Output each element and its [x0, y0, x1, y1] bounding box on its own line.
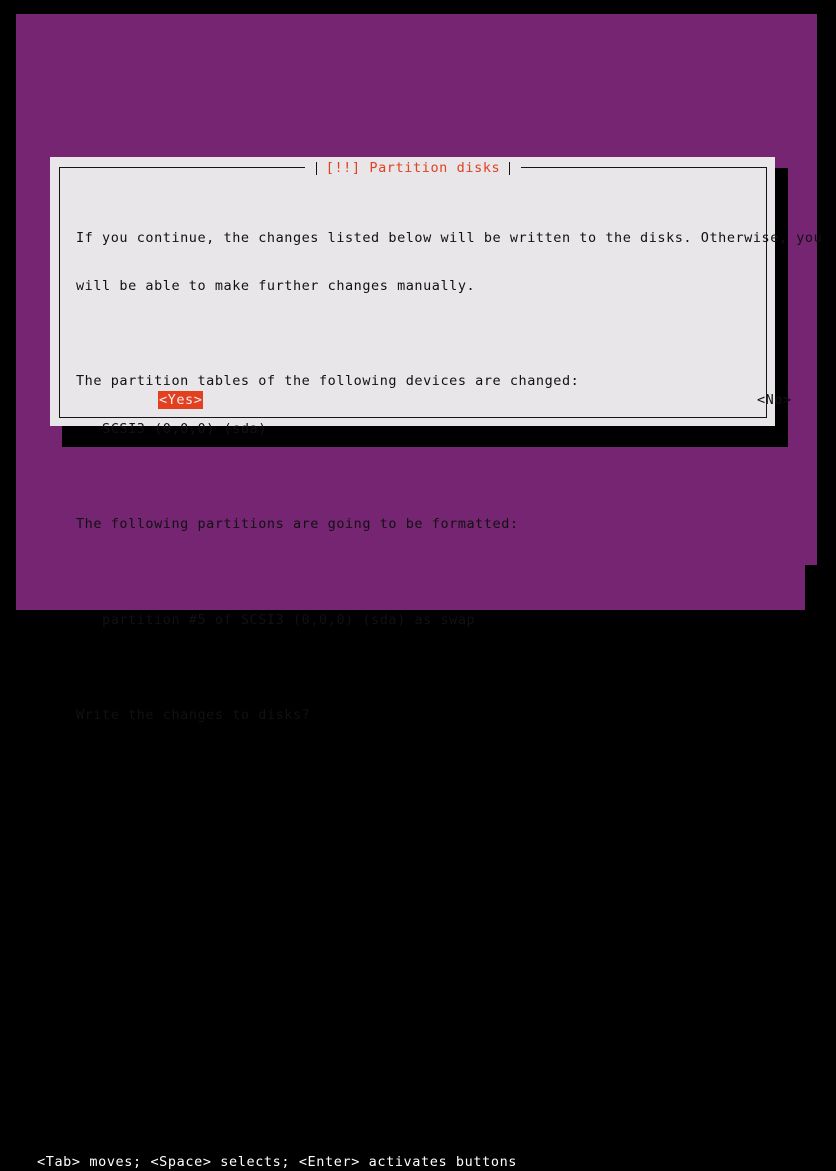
partition-tables-item-1: SCSI3 (0,0,0) (sda) — [76, 420, 267, 437]
format-item-2: partition #5 of SCSI3 (0,0,0) (sda) as s… — [76, 611, 476, 628]
body-spacer-3 — [76, 660, 756, 676]
partition-tables-heading: The partition tables of the following de… — [76, 372, 580, 389]
confirm-question: Write the changes to disks? — [76, 706, 311, 723]
yes-button[interactable]: <Yes> — [158, 391, 204, 409]
partition-disks-dialog: [!!] Partition disks If you continue, th… — [50, 157, 822, 723]
installer-screen: [!!] Partition disks If you continue, th… — [0, 0, 836, 1170]
dialog-title-text: [!!] Partition disks — [325, 159, 501, 176]
keyboard-hint-text: <Tab> moves; <Space> selects; <Enter> ac… — [37, 1154, 518, 1170]
title-right-tick — [509, 161, 511, 175]
keyboard-hint-bar: <Tab> moves; <Space> selects; <Enter> ac… — [16, 565, 805, 1170]
body-spacer-1 — [76, 326, 756, 342]
dialog-button-row: <Yes> <No> — [60, 391, 791, 411]
no-button[interactable]: <No> — [756, 391, 793, 409]
body-spacer-2 — [76, 469, 756, 485]
format-heading: The following partitions are going to be… — [76, 516, 519, 533]
title-left-tick — [315, 161, 317, 175]
intro-line-1: If you continue, the changes listed belo… — [76, 229, 823, 246]
dialog-body-text: If you continue, the changes listed belo… — [76, 199, 823, 756]
dialog-border-frame: [!!] Partition disks If you continue, th… — [59, 158, 822, 723]
intro-line-2: will be able to make further changes man… — [76, 277, 476, 294]
dialog-title-bar: [!!] Partition disks — [60, 158, 766, 188]
dialog-title-block: [!!] Partition disks — [304, 158, 522, 178]
